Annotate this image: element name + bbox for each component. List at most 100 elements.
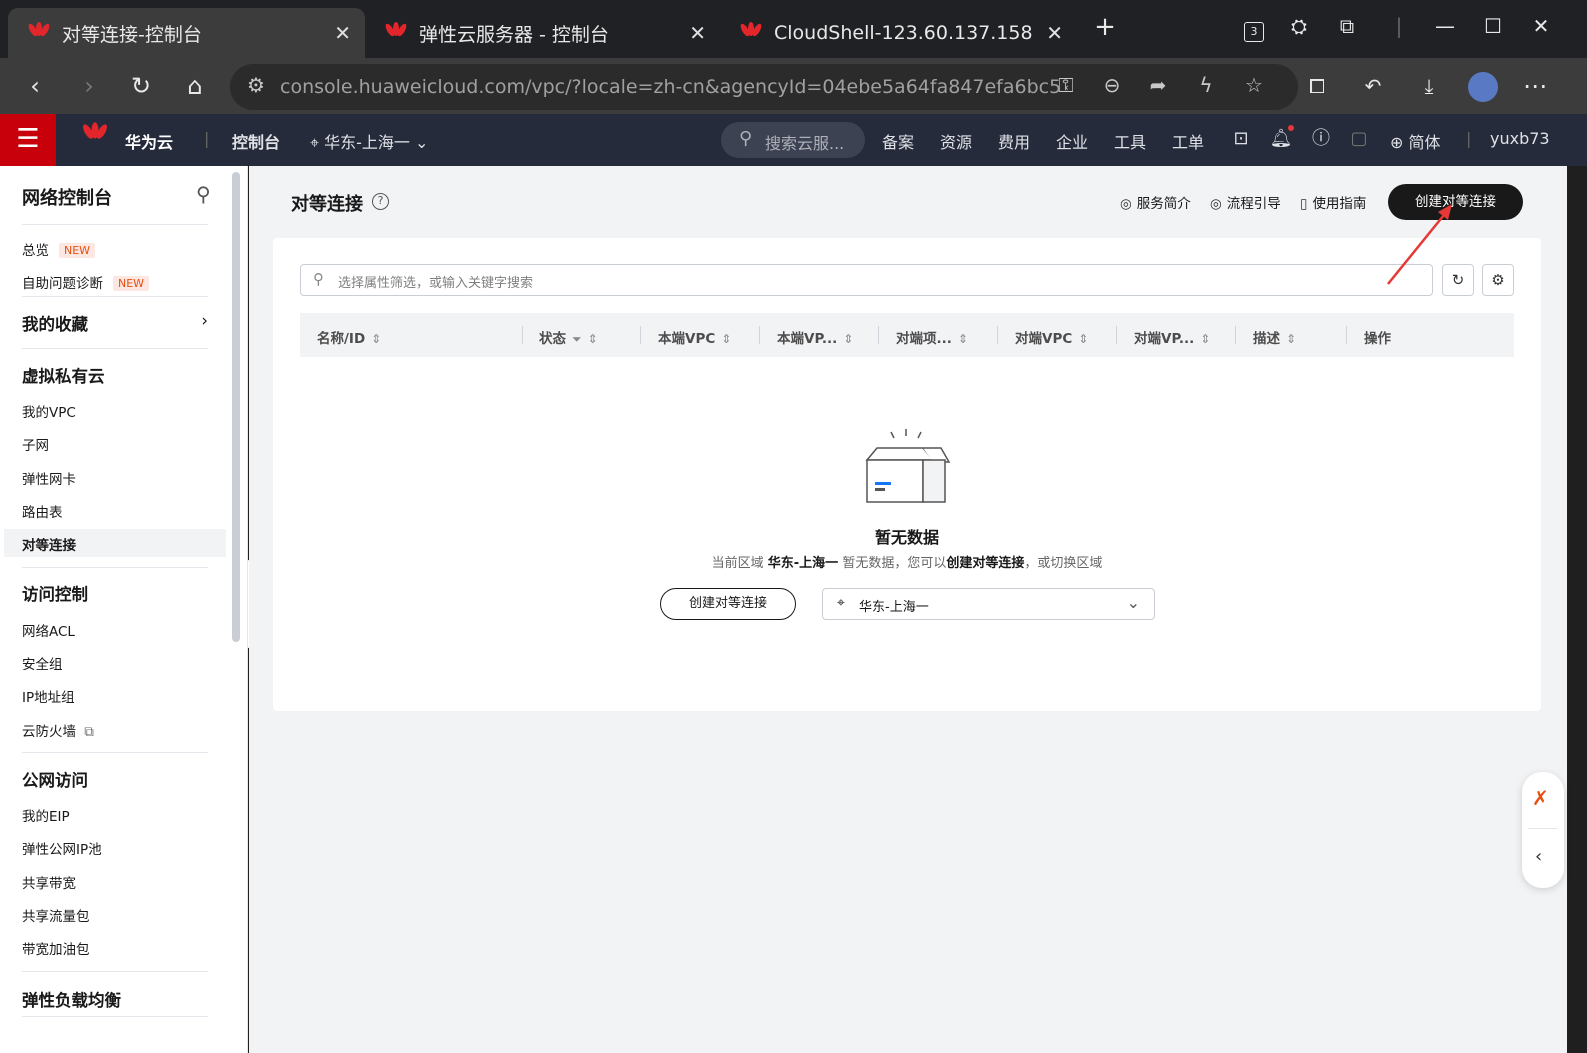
col-peer-project[interactable]: 对端项... ⇕ <box>896 327 968 347</box>
browser-tab-ecs[interactable]: 弹性云服务器 - 控制台 ✕ <box>365 8 720 58</box>
annotation-arrow <box>1387 204 1452 285</box>
extensions-icon[interactable]: ⧠ <box>1300 70 1334 104</box>
empty-desc-suffix: ，或切换区域 <box>1024 556 1103 571</box>
address-bar[interactable]: ⚙ console.huaweicloud.com/vpc/?locale=zh… <box>230 64 1298 110</box>
sidebar-item-eip-pool[interactable]: 弹性公网IP池 <box>22 838 102 858</box>
column-divider <box>640 326 641 344</box>
star-icon[interactable]: ☆ <box>1240 73 1268 101</box>
col-peer-vpc-cidr[interactable]: 对端VP... ⇕ <box>1134 327 1210 347</box>
assistant-icon[interactable]: ✗ <box>1532 786 1549 810</box>
zoom-out-icon[interactable]: ⊖ <box>1098 73 1126 101</box>
close-tab-icon[interactable]: ✕ <box>689 21 706 45</box>
browser-toolbar: ‹ › ↻ ⌂ ⚙ console.huaweicloud.com/vpc/?l… <box>0 58 1587 114</box>
user-name[interactable]: yuxb73 <box>1490 129 1550 148</box>
empty-state-title: 暂无数据 <box>874 528 939 547</box>
search-icon[interactable]: ⚲ <box>196 182 220 206</box>
help-circle-icon[interactable]: ⓘ <box>1308 127 1334 153</box>
col-actions: 操作 <box>1364 331 1391 347</box>
forward-icon[interactable]: › <box>72 70 106 104</box>
sidebar-item-cloud-firewall[interactable]: 云防火墙 ⧉ <box>22 720 94 740</box>
column-divider <box>522 326 523 344</box>
sidebar-item-peering[interactable]: 对等连接 <box>4 529 226 557</box>
sidebar-item-shared-bandwidth[interactable]: 共享带宽 <box>22 872 76 892</box>
close-tab-icon[interactable]: ✕ <box>334 21 351 45</box>
console-link[interactable]: 控制台 <box>232 129 280 153</box>
home-icon[interactable]: ⌂ <box>178 70 212 104</box>
link-service-intro[interactable]: ◎ 服务简介 <box>1120 192 1191 212</box>
site-info-icon[interactable]: ⚙ <box>242 73 270 101</box>
downloads-icon[interactable]: ⤓ <box>1412 70 1446 104</box>
bolt-icon[interactable]: ϟ <box>1192 73 1220 101</box>
col-status[interactable]: 状态 ⏷ ⇕ <box>539 327 598 347</box>
close-tab-icon[interactable]: ✕ <box>1046 21 1063 45</box>
header-search[interactable]: ⚲ 搜索云服... <box>721 122 865 158</box>
sidebar-item-bandwidth-addon[interactable]: 带宽加油包 <box>22 938 90 958</box>
new-tab-button[interactable]: + <box>1088 12 1122 42</box>
sidebar-item-security-group[interactable]: 安全组 <box>22 653 63 673</box>
cloudshell-icon[interactable]: ⊡ <box>1228 127 1254 153</box>
sidebar-item-overview[interactable]: 总览 NEW <box>22 239 96 259</box>
nav-tickets[interactable]: 工单 <box>1172 129 1204 153</box>
column-label: 对端VPC <box>1015 331 1073 347</box>
header-divider: | <box>204 129 210 148</box>
col-description[interactable]: 描述 ⇕ <box>1253 327 1296 347</box>
browser-tab-cloudshell[interactable]: CloudShell-123.60.137.158 ✕ <box>720 8 1077 58</box>
question-icon[interactable]: ? <box>372 193 389 210</box>
key-icon[interactable]: ⚿ <box>1052 73 1080 101</box>
chevron-left-icon[interactable]: ‹ <box>1535 846 1542 867</box>
url-text: console.huaweicloud.com/vpc/?locale=zh-c… <box>280 76 1060 98</box>
create-peering-empty-button[interactable]: 创建对等连接 <box>660 588 796 620</box>
sidebar-divider <box>22 224 208 225</box>
col-peer-vpc[interactable]: 对端VPC ⇕ <box>1015 327 1088 347</box>
main-content: 对等连接 ? ◎ 服务简介 ◎ 流程引导 ▯ 使用指南 创建对等连接 ⚲ 选择属性筛选… <box>249 166 1567 1053</box>
maximize-button[interactable]: ☐ <box>1476 14 1510 38</box>
nav-resources[interactable]: 资源 <box>940 129 972 153</box>
sort-icon: ⇕ <box>587 332 598 346</box>
sidebar-item-subnet[interactable]: 子网 <box>22 434 49 454</box>
nav-filing[interactable]: 备案 <box>882 129 914 153</box>
extensions-pin-icon[interactable]: ⧉ <box>1330 14 1364 38</box>
language-switch[interactable]: ⊕ 简体 <box>1390 129 1441 153</box>
nav-billing[interactable]: 费用 <box>998 129 1030 153</box>
sidebar-scrollbar[interactable] <box>232 172 240 642</box>
back-icon[interactable]: ‹ <box>18 70 52 104</box>
link-process-guide[interactable]: ◎ 流程引导 <box>1210 192 1281 212</box>
nav-tools[interactable]: 工具 <box>1114 129 1146 153</box>
sidebar-item-acl[interactable]: 网络ACL <box>22 620 75 640</box>
settings-button[interactable]: ⚙ <box>1482 264 1514 296</box>
hamburger-menu-icon[interactable]: ☰ <box>0 114 56 166</box>
sidebar-item-eip[interactable]: 我的EIP <box>22 805 70 825</box>
nav-enterprise[interactable]: 企业 <box>1056 129 1088 153</box>
column-divider <box>1116 326 1117 344</box>
sidebar-divider <box>22 752 208 753</box>
eye-icon: ◎ <box>1210 196 1222 212</box>
more-menu-icon[interactable]: ⋯ <box>1518 70 1552 104</box>
tab-count-button[interactable]: 3 <box>1237 16 1271 42</box>
col-local-vpc-cidr[interactable]: 本端VP... ⇕ <box>777 327 853 347</box>
link-user-guide[interactable]: ▯ 使用指南 <box>1300 192 1366 212</box>
feedback-icon[interactable]: ▢ <box>1346 127 1372 153</box>
close-window-button[interactable]: ✕ <box>1524 14 1558 38</box>
col-local-vpc[interactable]: 本端VPC ⇕ <box>658 327 731 347</box>
history-icon[interactable]: ↶ <box>1356 70 1390 104</box>
share-icon[interactable]: ➦ <box>1144 73 1172 101</box>
incognito-icon[interactable]: ⛭ <box>1282 14 1316 38</box>
sidebar-item-ip-group[interactable]: IP地址组 <box>22 686 75 706</box>
minimize-button[interactable]: — <box>1428 14 1462 38</box>
sidebar-item-eni[interactable]: 弹性网卡 <box>22 468 76 488</box>
sidebar-item-route-table[interactable]: 路由表 <box>22 501 63 521</box>
region-selector[interactable]: ⌖ 华东-上海一 ⌄ <box>310 129 428 153</box>
browser-tab-peering[interactable]: 对等连接-控制台 ✕ <box>8 8 365 58</box>
filter-search-input[interactable]: ⚲ 选择属性筛选，或输入关键字搜索 <box>300 264 1433 296</box>
sidebar-item-traffic-package[interactable]: 共享流量包 <box>22 905 90 925</box>
brand-name[interactable]: 华为云 <box>125 129 173 153</box>
profile-avatar[interactable] <box>1466 70 1500 104</box>
filter-icon[interactable]: ⏷ <box>572 332 582 346</box>
col-name-id[interactable]: 名称/ID ⇕ <box>317 327 381 347</box>
sidebar-favorites[interactable]: 我的收藏 › <box>22 311 208 335</box>
sidebar-item-my-vpc[interactable]: 我的VPC <box>22 401 76 421</box>
reload-icon[interactable]: ↻ <box>124 70 158 104</box>
region-select[interactable]: ⌖ 华东-上海一 ⌄ <box>822 588 1155 620</box>
sidebar-item-label: 总览 <box>22 243 49 259</box>
sidebar-item-diagnosis[interactable]: 自助问题诊断 NEW <box>22 272 150 292</box>
